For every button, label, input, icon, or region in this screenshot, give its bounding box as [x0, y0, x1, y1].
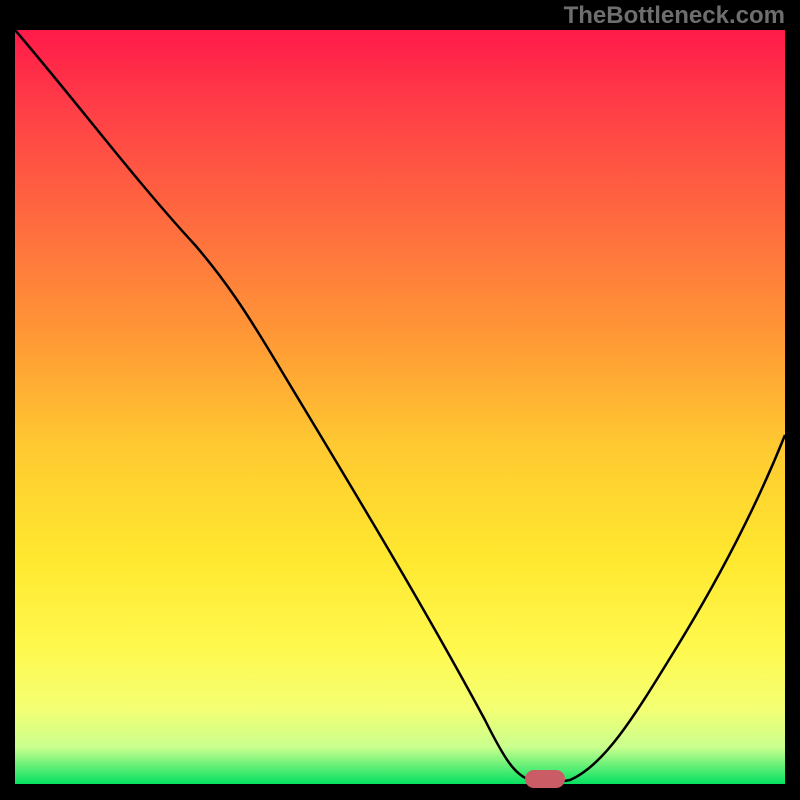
- bottleneck-curve: [15, 30, 785, 785]
- marker-pill: [525, 770, 565, 788]
- curve-path: [15, 30, 785, 782]
- chart-frame: TheBottleneck.com: [0, 0, 800, 800]
- watermark-text: TheBottleneck.com: [564, 2, 785, 30]
- plot-area: [15, 30, 785, 785]
- optimal-point-marker: [525, 770, 565, 788]
